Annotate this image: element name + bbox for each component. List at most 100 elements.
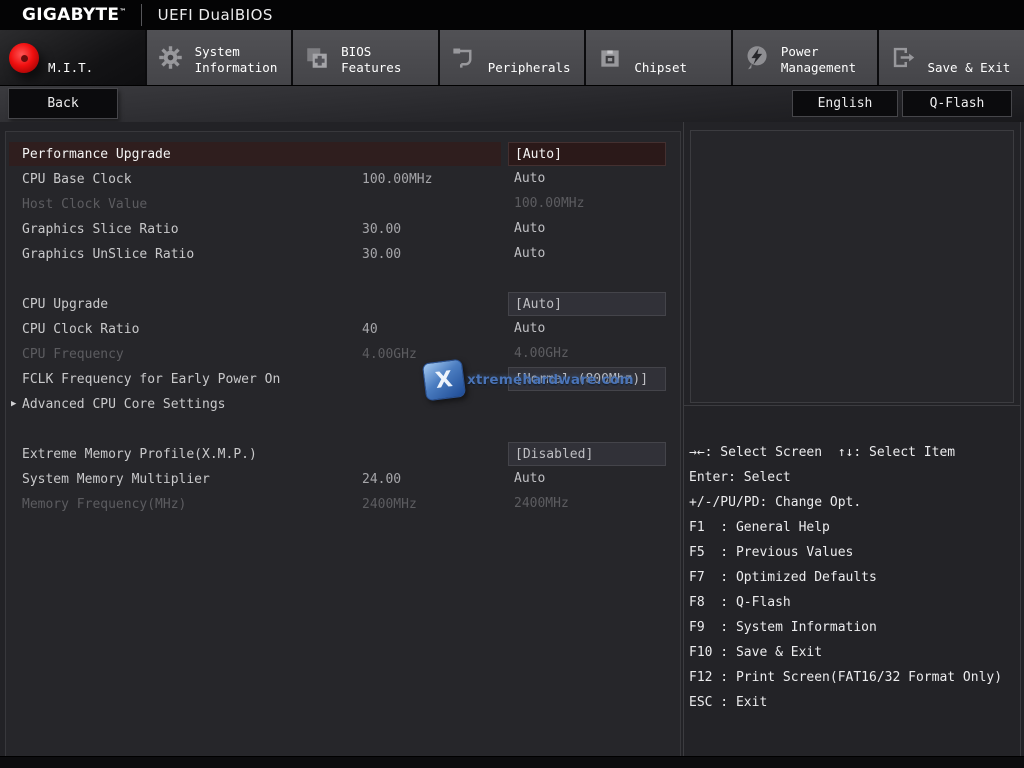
hotkey-help-line: F5 : Previous Values [689,545,854,560]
row-setting-value[interactable]: Auto [508,317,666,341]
tab-label-line: Information [194,59,278,75]
toolbar: Back English Q-Flash [0,85,1024,122]
hotkey-help-line: F8 : Q-Flash [689,595,791,610]
watermark-x-icon: X [421,358,467,402]
row-current-value: 24.00 [362,472,402,487]
tab-label-line: Save & Exit [927,59,1011,75]
language-button[interactable]: English [792,90,898,117]
hotkey-help-line: F1 : General Help [689,520,830,535]
help-panel-divider [684,405,1020,406]
power-bolt-icon [742,43,772,73]
top-title-bar: GIGABYTE™ UEFI DualBIOS [0,0,1024,30]
tab-bar: M.I.T. System Information BIOS Features Perip… [0,30,1024,85]
gear-icon [156,43,186,73]
hotkey-help-line: F9 : System Information [689,620,877,635]
row-setting-value: 2400MHz [514,496,569,511]
hotkey-help-line: F7 : Optimized Defaults [689,570,877,585]
row-setting-value[interactable]: [Auto] [508,142,666,166]
row-current-value: 2400MHz [362,497,417,512]
hotkey-help-line: Enter: Select [689,470,791,485]
row-extreme-memory-profile-x-m-p[interactable]: Extreme Memory Profile(X.M.P.) [Disabled] [6,442,680,467]
row-setting-value[interactable]: Auto [508,167,666,191]
tab-mit[interactable]: M.I.T. [0,30,147,85]
tab-label: Chipset [634,38,687,78]
tab-label: M.I.T. [48,38,93,78]
hotkey-help-line: F10 : Save & Exit [689,645,823,660]
tab-label-line: BIOS [341,43,372,59]
row-setting-value[interactable]: Auto [508,242,666,266]
tab-bios-features[interactable]: BIOS Features [293,30,440,85]
row-setting-value[interactable]: [Auto] [508,292,666,316]
settings-list: Performance Upgrade [Auto] CPU Base Clock 1… [5,131,681,757]
row-cpu-upgrade[interactable]: CPU Upgrade [Auto] [6,292,680,317]
tab-label: Power Management [781,38,856,78]
hotkey-help-list: →←: Select Screen ↑↓: Select Item Enter: … [689,440,1002,715]
row-current-value: 40 [362,322,378,337]
bios-chip-plus-icon [302,43,332,73]
trademark-symbol: ™ [119,7,127,16]
row-label: CPU Base Clock [22,172,132,187]
hotkey-help-line: F12 : Print Screen(FAT16/32 Format Only) [689,670,1003,685]
row-current-value: 30.00 [362,222,402,237]
content-area: Performance Upgrade [Auto] CPU Base Clock 1… [0,122,1024,757]
tab-save-exit[interactable]: Save & Exit [879,30,1024,85]
row-cpu-base-clock[interactable]: CPU Base Clock 100.00MHz Auto [6,167,680,192]
row-current-value: 30.00 [362,247,402,262]
row-host-clock-value: Host Clock Value 100.00MHz [6,192,680,217]
peripherals-icon [449,43,479,73]
row-system-memory-multiplier[interactable]: System Memory Multiplier 24.00 Auto [6,467,680,492]
row-setting-value: 100.00MHz [514,196,585,211]
row-label: CPU Frequency [22,347,124,362]
chipset-icon [595,43,625,73]
tab-label-line: Chipset [634,59,687,75]
row-label: Host Clock Value [22,197,148,212]
mit-red-dot-icon [9,42,39,73]
row-label: Memory Frequency(MHz) [22,497,187,512]
hotkey-help-line: →←: Select Screen ↑↓: Select Item [689,445,956,460]
gigabyte-logo: GIGABYTE™ [22,5,127,25]
expand-arrow-icon: ▶ [11,399,17,409]
tab-power-management[interactable]: Power Management [732,30,880,85]
row-setting-value[interactable]: [Disabled] [508,442,666,466]
row-current-value: 100.00MHz [362,172,433,187]
item-help-box [690,130,1014,403]
row-label: CPU Clock Ratio [22,322,140,337]
row-label: Advanced CPU Core Settings [22,397,226,412]
tab-label-line: M.I.T. [48,59,94,75]
title-divider [140,4,142,26]
tab-label: System Information [195,38,278,78]
row-label: Performance Upgrade [22,147,171,162]
qflash-button[interactable]: Q-Flash [902,90,1012,117]
page-title: UEFI DualBIOS [157,6,273,24]
row-current-value: 4.00GHz [362,347,417,362]
back-button[interactable]: Back [8,88,118,119]
row-graphics-slice-ratio[interactable]: Graphics Slice Ratio 30.00 Auto [6,217,680,242]
tab-label: BIOS Features [341,38,401,78]
tab-peripherals[interactable]: Peripherals [439,30,587,85]
watermark: X xtremehardware.com [421,358,634,402]
row-label: CPU Upgrade [22,297,109,312]
tab-label: Save & Exit [927,38,1010,78]
row-label: FCLK Frequency for Early Power On [22,372,281,387]
row-label: System Memory Multiplier [22,472,210,487]
tab-label-line: Features [341,59,402,75]
hotkey-help-line: +/-/PU/PD: Change Opt. [689,495,862,510]
row-performance-upgrade[interactable]: Performance Upgrade [Auto] [6,142,680,167]
row-graphics-unslice-ratio[interactable]: Graphics UnSlice Ratio 30.00 Auto [6,242,680,267]
tab-label: Peripherals [488,38,571,78]
tab-system-information[interactable]: System Information [146,30,294,85]
row-memory-frequency-mhz: Memory Frequency(MHz) 2400MHz 2400MHz [6,492,680,517]
tab-label-line: Peripherals [487,59,571,75]
tab-chipset[interactable]: Chipset [586,30,733,85]
row-label: Graphics UnSlice Ratio [22,247,195,262]
row-setting-value[interactable]: Auto [508,467,666,491]
help-panel: →←: Select Screen ↑↓: Select Item Enter: … [683,122,1021,757]
bottom-strip [0,756,1024,768]
row-label: Extreme Memory Profile(X.M.P.) [22,447,257,462]
row-cpu-clock-ratio[interactable]: CPU Clock Ratio 40 Auto [6,317,680,342]
row-setting-value[interactable]: Auto [508,217,666,241]
tab-label-line: Power [780,43,819,59]
watermark-text: xtremehardware.com [467,372,634,388]
